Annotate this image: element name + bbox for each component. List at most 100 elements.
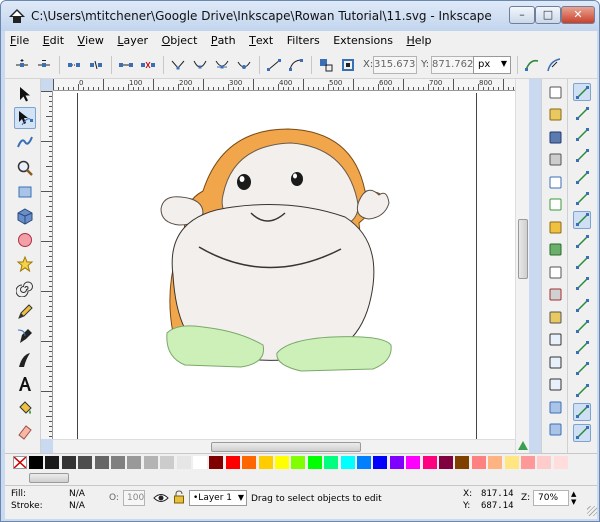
monkey-drawing[interactable] <box>53 91 515 439</box>
edit-clip-button[interactable] <box>545 56 563 74</box>
break-path-button[interactable] <box>87 56 105 74</box>
cusp-node-button[interactable] <box>169 56 187 74</box>
palette-swatch[interactable] <box>45 456 60 469</box>
color-managed-icon[interactable] <box>517 439 529 453</box>
current-layer-select[interactable]: •Layer 1 ▼ <box>189 490 247 506</box>
paint-bucket-tool[interactable] <box>14 397 36 419</box>
palette-swatch[interactable] <box>406 456 421 469</box>
snap-bbox-edge-button[interactable] <box>573 126 591 144</box>
rectangle-tool[interactable] <box>14 181 36 203</box>
print-button[interactable] <box>546 151 564 169</box>
palette-swatch[interactable] <box>209 456 224 469</box>
vertical-ruler[interactable] <box>41 91 53 439</box>
close-button[interactable]: ✕ <box>561 6 595 24</box>
monkey-right-eye[interactable] <box>291 172 303 186</box>
3d-box-tool[interactable] <box>14 205 36 227</box>
save-disk-button[interactable] <box>546 128 564 146</box>
palette-swatch[interactable] <box>455 456 470 469</box>
palette-swatch[interactable] <box>553 456 568 469</box>
horizontal-scroll-thumb[interactable] <box>211 442 361 452</box>
snap-rotation-center-button[interactable] <box>573 360 591 378</box>
clone-button[interactable] <box>546 421 564 439</box>
units-select[interactable]: px ▼ <box>473 56 511 74</box>
x-coordinate-field[interactable]: 315.673 <box>373 56 417 74</box>
palette-swatch[interactable] <box>471 456 486 469</box>
menu-edit[interactable]: Edit <box>38 31 69 47</box>
palette-scroll-thumb[interactable] <box>29 473 69 483</box>
redo-button[interactable] <box>546 241 564 259</box>
snap-grid-button[interactable] <box>573 402 591 421</box>
cut-button[interactable] <box>546 286 564 304</box>
zoom-selection-button[interactable] <box>546 331 564 349</box>
fill-value[interactable]: N/A <box>69 489 85 499</box>
stroke-to-path-button[interactable] <box>339 56 357 74</box>
snap-midpoint-button[interactable] <box>573 317 591 335</box>
open-folder-button[interactable] <box>546 106 564 124</box>
snap-guide-button[interactable] <box>573 423 591 442</box>
smooth-node-button[interactable] <box>191 56 209 74</box>
snap-page-border-button[interactable] <box>573 381 591 399</box>
snap-bbox-center-button[interactable] <box>573 190 591 208</box>
lock-icon[interactable] <box>173 490 185 504</box>
menu-layer[interactable]: Layer <box>112 31 153 47</box>
delete-segment-button[interactable] <box>139 56 157 74</box>
ellipse-tool[interactable] <box>14 229 36 251</box>
palette-swatch[interactable] <box>61 456 76 469</box>
menu-object[interactable]: Object <box>157 31 203 47</box>
palette-swatch[interactable] <box>389 456 404 469</box>
palette-swatch[interactable] <box>521 456 535 469</box>
make-curve-button[interactable] <box>287 56 305 74</box>
eraser-tool[interactable] <box>14 421 36 443</box>
selector-tool[interactable] <box>14 83 36 105</box>
menu-text[interactable]: Text <box>244 31 278 47</box>
auto-smooth-node-button[interactable] <box>235 56 253 74</box>
minimize-button[interactable]: – <box>509 6 535 24</box>
monkey-right-hand[interactable] <box>356 189 390 220</box>
snap-toggle-button[interactable] <box>573 83 591 101</box>
palette-swatch[interactable] <box>324 456 339 469</box>
next-path-effect-button[interactable] <box>523 56 541 74</box>
snap-bbox-midpoint-button[interactable] <box>573 168 591 186</box>
snap-smooth-button[interactable] <box>573 296 591 314</box>
resize-grip-icon[interactable] <box>587 506 597 516</box>
palette-swatch[interactable] <box>242 456 257 469</box>
menu-file[interactable]: File <box>5 31 34 47</box>
snap-object-center-button[interactable] <box>573 339 591 357</box>
delete-node-button[interactable] <box>35 56 53 74</box>
join-segment-button[interactable] <box>117 56 135 74</box>
maximize-button[interactable]: □ <box>535 6 561 24</box>
export-button[interactable] <box>546 196 564 214</box>
palette-swatch[interactable] <box>488 456 503 469</box>
y-coordinate-field[interactable]: 871.762 <box>431 56 475 74</box>
palette-swatch[interactable] <box>537 456 552 469</box>
symmetric-node-button[interactable] <box>213 56 231 74</box>
zoom-spin-down-icon[interactable]: ▼ <box>571 498 576 506</box>
spiral-tool[interactable] <box>14 277 36 299</box>
palette-swatch[interactable] <box>439 456 453 469</box>
palette-swatch[interactable] <box>225 456 240 469</box>
palette-swatch[interactable] <box>258 456 273 469</box>
no-paint-swatch[interactable] <box>13 456 27 469</box>
horizontal-scrollbar[interactable] <box>53 439 515 453</box>
snap-cusp-button[interactable] <box>573 275 591 293</box>
vertical-scroll-thumb[interactable] <box>518 219 528 279</box>
make-line-button[interactable] <box>265 56 283 74</box>
palette-swatch[interactable] <box>373 456 388 469</box>
palette-swatch[interactable] <box>291 456 306 469</box>
menu-extensions[interactable]: Extensions <box>328 31 398 47</box>
duplicate-button[interactable] <box>546 398 564 416</box>
zoom-drawing-button[interactable] <box>546 353 564 371</box>
stroke-value[interactable]: N/A <box>69 501 85 511</box>
join-nodes-button[interactable] <box>65 56 83 74</box>
menu-path[interactable]: Path <box>206 31 241 47</box>
menu-filters[interactable]: Filters <box>282 31 325 47</box>
text-tool[interactable] <box>14 373 36 395</box>
eye-visibility-icon[interactable] <box>153 492 169 504</box>
palette-swatch[interactable] <box>78 456 93 469</box>
menu-help[interactable]: Help <box>401 31 436 47</box>
undo-button[interactable] <box>546 218 564 236</box>
tweak-tool[interactable] <box>14 131 36 153</box>
palette-swatch[interactable] <box>357 456 371 469</box>
node-tool[interactable] <box>14 107 36 129</box>
palette-swatch[interactable] <box>176 456 191 469</box>
